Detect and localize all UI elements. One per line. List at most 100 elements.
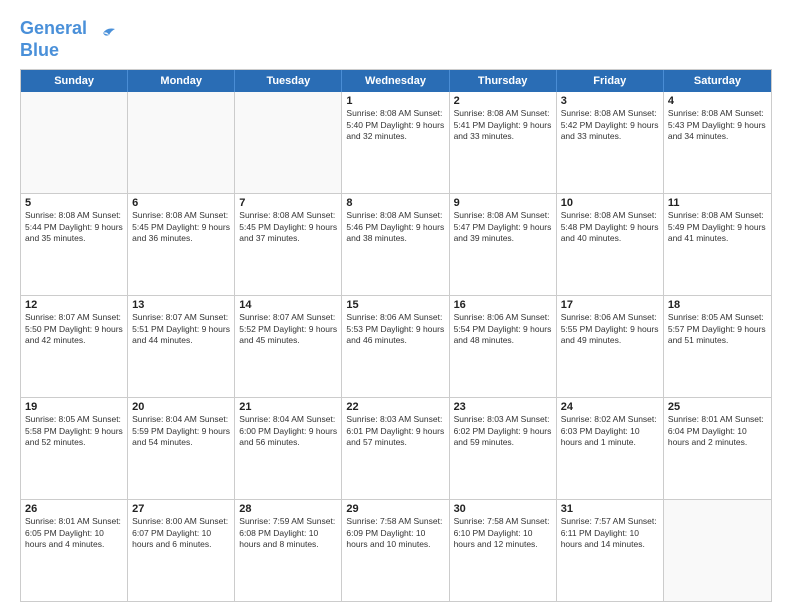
day-number: 22 [346,401,444,413]
cell-info: Sunrise: 7:57 AM Sunset: 6:11 PM Dayligh… [561,516,659,550]
calendar: SundayMondayTuesdayWednesdayThursdayFrid… [20,69,772,602]
logo-bird-icon [89,25,117,47]
cell-info: Sunrise: 8:08 AM Sunset: 5:48 PM Dayligh… [561,210,659,244]
day-number: 30 [454,503,552,515]
day-number: 31 [561,503,659,515]
cell-info: Sunrise: 8:07 AM Sunset: 5:51 PM Dayligh… [132,312,230,346]
day-number: 19 [25,401,123,413]
calendar-cell-1-5: 10Sunrise: 8:08 AM Sunset: 5:48 PM Dayli… [557,194,664,295]
calendar-cell-0-6: 4Sunrise: 8:08 AM Sunset: 5:43 PM Daylig… [664,92,771,193]
calendar-cell-2-2: 14Sunrise: 8:07 AM Sunset: 5:52 PM Dayli… [235,296,342,397]
cell-info: Sunrise: 7:58 AM Sunset: 6:10 PM Dayligh… [454,516,552,550]
calendar-cell-3-5: 24Sunrise: 8:02 AM Sunset: 6:03 PM Dayli… [557,398,664,499]
logo-blue: Blue [20,40,59,60]
calendar-cell-4-1: 27Sunrise: 8:00 AM Sunset: 6:07 PM Dayli… [128,500,235,601]
cell-info: Sunrise: 8:08 AM Sunset: 5:44 PM Dayligh… [25,210,123,244]
cell-info: Sunrise: 8:01 AM Sunset: 6:04 PM Dayligh… [668,414,767,448]
logo: General Blue [20,18,117,61]
calendar-row-0: 1Sunrise: 8:08 AM Sunset: 5:40 PM Daylig… [21,92,771,193]
logo-general: General [20,18,87,38]
calendar-cell-2-1: 13Sunrise: 8:07 AM Sunset: 5:51 PM Dayli… [128,296,235,397]
calendar-cell-0-2 [235,92,342,193]
calendar-cell-0-4: 2Sunrise: 8:08 AM Sunset: 5:41 PM Daylig… [450,92,557,193]
calendar-cell-4-6 [664,500,771,601]
cell-info: Sunrise: 8:08 AM Sunset: 5:47 PM Dayligh… [454,210,552,244]
weekday-header-thursday: Thursday [450,70,557,92]
day-number: 6 [132,197,230,209]
day-number: 7 [239,197,337,209]
day-number: 16 [454,299,552,311]
calendar-row-3: 19Sunrise: 8:05 AM Sunset: 5:58 PM Dayli… [21,397,771,499]
calendar-cell-2-4: 16Sunrise: 8:06 AM Sunset: 5:54 PM Dayli… [450,296,557,397]
calendar-cell-1-0: 5Sunrise: 8:08 AM Sunset: 5:44 PM Daylig… [21,194,128,295]
calendar-row-1: 5Sunrise: 8:08 AM Sunset: 5:44 PM Daylig… [21,193,771,295]
day-number: 25 [668,401,767,413]
cell-info: Sunrise: 8:07 AM Sunset: 5:50 PM Dayligh… [25,312,123,346]
day-number: 26 [25,503,123,515]
logo-text: General Blue [20,18,87,61]
calendar-body: 1Sunrise: 8:08 AM Sunset: 5:40 PM Daylig… [21,92,771,601]
calendar-cell-2-0: 12Sunrise: 8:07 AM Sunset: 5:50 PM Dayli… [21,296,128,397]
cell-info: Sunrise: 8:01 AM Sunset: 6:05 PM Dayligh… [25,516,123,550]
day-number: 24 [561,401,659,413]
calendar-cell-2-3: 15Sunrise: 8:06 AM Sunset: 5:53 PM Dayli… [342,296,449,397]
cell-info: Sunrise: 8:08 AM Sunset: 5:45 PM Dayligh… [239,210,337,244]
calendar-cell-4-2: 28Sunrise: 7:59 AM Sunset: 6:08 PM Dayli… [235,500,342,601]
day-number: 4 [668,95,767,107]
weekday-header-monday: Monday [128,70,235,92]
day-number: 11 [668,197,767,209]
day-number: 15 [346,299,444,311]
calendar-cell-2-5: 17Sunrise: 8:06 AM Sunset: 5:55 PM Dayli… [557,296,664,397]
calendar-cell-1-4: 9Sunrise: 8:08 AM Sunset: 5:47 PM Daylig… [450,194,557,295]
day-number: 21 [239,401,337,413]
weekday-header-wednesday: Wednesday [342,70,449,92]
cell-info: Sunrise: 8:06 AM Sunset: 5:54 PM Dayligh… [454,312,552,346]
cell-info: Sunrise: 8:06 AM Sunset: 5:55 PM Dayligh… [561,312,659,346]
calendar-row-4: 26Sunrise: 8:01 AM Sunset: 6:05 PM Dayli… [21,499,771,601]
calendar-cell-3-1: 20Sunrise: 8:04 AM Sunset: 5:59 PM Dayli… [128,398,235,499]
cell-info: Sunrise: 8:00 AM Sunset: 6:07 PM Dayligh… [132,516,230,550]
day-number: 29 [346,503,444,515]
calendar-cell-3-4: 23Sunrise: 8:03 AM Sunset: 6:02 PM Dayli… [450,398,557,499]
weekday-header-friday: Friday [557,70,664,92]
calendar-header: SundayMondayTuesdayWednesdayThursdayFrid… [21,70,771,92]
day-number: 23 [454,401,552,413]
day-number: 27 [132,503,230,515]
calendar-cell-3-6: 25Sunrise: 8:01 AM Sunset: 6:04 PM Dayli… [664,398,771,499]
calendar-cell-2-6: 18Sunrise: 8:05 AM Sunset: 5:57 PM Dayli… [664,296,771,397]
cell-info: Sunrise: 8:08 AM Sunset: 5:46 PM Dayligh… [346,210,444,244]
day-number: 5 [25,197,123,209]
cell-info: Sunrise: 8:08 AM Sunset: 5:41 PM Dayligh… [454,108,552,142]
weekday-header-sunday: Sunday [21,70,128,92]
calendar-cell-0-5: 3Sunrise: 8:08 AM Sunset: 5:42 PM Daylig… [557,92,664,193]
day-number: 28 [239,503,337,515]
calendar-row-2: 12Sunrise: 8:07 AM Sunset: 5:50 PM Dayli… [21,295,771,397]
day-number: 20 [132,401,230,413]
calendar-cell-3-3: 22Sunrise: 8:03 AM Sunset: 6:01 PM Dayli… [342,398,449,499]
day-number: 18 [668,299,767,311]
cell-info: Sunrise: 8:08 AM Sunset: 5:49 PM Dayligh… [668,210,767,244]
cell-info: Sunrise: 8:04 AM Sunset: 5:59 PM Dayligh… [132,414,230,448]
calendar-cell-0-1 [128,92,235,193]
cell-info: Sunrise: 8:04 AM Sunset: 6:00 PM Dayligh… [239,414,337,448]
day-number: 1 [346,95,444,107]
cell-info: Sunrise: 8:05 AM Sunset: 5:58 PM Dayligh… [25,414,123,448]
cell-info: Sunrise: 8:08 AM Sunset: 5:43 PM Dayligh… [668,108,767,142]
day-number: 8 [346,197,444,209]
calendar-cell-4-4: 30Sunrise: 7:58 AM Sunset: 6:10 PM Dayli… [450,500,557,601]
day-number: 10 [561,197,659,209]
calendar-cell-0-3: 1Sunrise: 8:08 AM Sunset: 5:40 PM Daylig… [342,92,449,193]
cell-info: Sunrise: 7:59 AM Sunset: 6:08 PM Dayligh… [239,516,337,550]
calendar-cell-3-0: 19Sunrise: 8:05 AM Sunset: 5:58 PM Dayli… [21,398,128,499]
day-number: 13 [132,299,230,311]
cell-info: Sunrise: 8:02 AM Sunset: 6:03 PM Dayligh… [561,414,659,448]
cell-info: Sunrise: 8:08 AM Sunset: 5:40 PM Dayligh… [346,108,444,142]
day-number: 12 [25,299,123,311]
weekday-header-tuesday: Tuesday [235,70,342,92]
cell-info: Sunrise: 8:08 AM Sunset: 5:45 PM Dayligh… [132,210,230,244]
day-number: 9 [454,197,552,209]
day-number: 17 [561,299,659,311]
calendar-cell-1-6: 11Sunrise: 8:08 AM Sunset: 5:49 PM Dayli… [664,194,771,295]
calendar-cell-3-2: 21Sunrise: 8:04 AM Sunset: 6:00 PM Dayli… [235,398,342,499]
page: General Blue SundayMondayTuesdayWednesda… [0,0,792,612]
